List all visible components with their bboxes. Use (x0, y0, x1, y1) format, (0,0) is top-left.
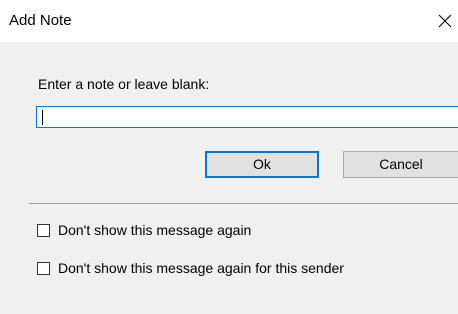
dont-show-again-sender-option[interactable]: Don't show this message again for this s… (37, 259, 344, 277)
dont-show-again-checkbox[interactable] (37, 223, 50, 237)
dont-show-again-label[interactable]: Don't show this message again (58, 222, 251, 239)
cancel-button[interactable]: Cancel (343, 151, 458, 178)
add-note-dialog: Add Note Enter a note or leave blank: Ok… (0, 0, 458, 314)
dont-show-again-sender-checkbox[interactable] (37, 261, 50, 275)
separator (29, 203, 458, 204)
dont-show-again-option[interactable]: Don't show this message again (37, 221, 251, 239)
window-title: Add Note (9, 12, 72, 29)
close-button[interactable] (432, 6, 458, 34)
note-input[interactable] (36, 106, 458, 128)
title-bar[interactable]: Add Note (0, 0, 458, 42)
ok-button[interactable]: Ok (205, 151, 319, 178)
text-caret (42, 110, 43, 125)
dont-show-again-sender-label[interactable]: Don't show this message again for this s… (58, 260, 344, 277)
close-icon (438, 14, 452, 28)
dialog-body: Enter a note or leave blank: Ok Cancel D… (0, 42, 458, 314)
note-prompt-label: Enter a note or leave blank: (38, 76, 210, 92)
